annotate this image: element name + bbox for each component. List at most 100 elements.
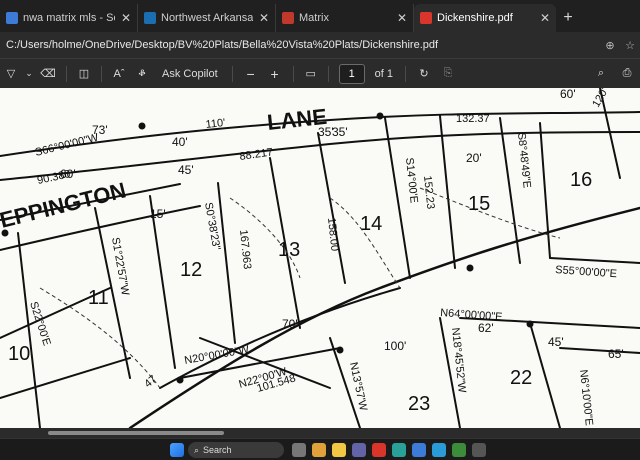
zoom-in-button[interactable]: + [263,59,287,89]
distance-label: 60' [60,167,76,181]
close-icon[interactable]: ✕ [397,11,407,25]
new-tab-button[interactable]: + [556,4,580,32]
survey-pin [336,346,344,354]
close-icon[interactable]: ✕ [259,11,269,25]
search-icon: ⌕ [194,444,200,455]
distance-label: 132.37 [456,113,490,125]
search-icon [6,12,18,24]
distance-label: 20' [466,151,482,165]
tab-nwa-search[interactable]: nwa matrix mls - Search ✕ [0,4,138,32]
taskbar-search-label: Search [203,445,232,455]
lot-number: 10 [8,343,30,365]
edge-icon[interactable] [392,443,406,457]
page-number-field[interactable]: 1 [335,59,369,89]
bearing-label: N6°10'00"E [577,369,595,426]
tab-northwest-arkansas[interactable]: Northwest Arkansas Boa ✕ [138,4,276,32]
survey-pin [526,320,534,328]
read-aloud-icon[interactable]: Aˆ [108,59,130,89]
tab-dickenshire-pdf[interactable]: Dickenshire.pdf ✕ [414,4,556,32]
favorites-star-icon[interactable]: ☆ [620,39,640,52]
scrollbar-thumb[interactable] [48,431,224,435]
tab-matrix[interactable]: Matrix ✕ [276,4,414,32]
survey-pin [376,112,384,120]
divider [66,65,67,82]
distance-label: 70' [282,317,298,331]
bearing-label: S55°00'00"E [555,264,617,280]
lot-line [317,132,346,284]
close-icon[interactable]: ✕ [540,11,550,25]
survey-pin [176,376,184,384]
outlook-icon[interactable] [372,443,386,457]
distance-label: 47 [142,373,159,390]
print-icon[interactable]: ⎙ [614,59,640,89]
survey-pin [466,264,474,272]
horizontal-scrollbar[interactable] [0,428,640,438]
divider [231,65,233,82]
tab-label: Dickenshire.pdf [437,12,513,24]
lot-number: 16 [570,169,592,191]
task-view-icon[interactable] [292,443,306,457]
close-icon[interactable]: ✕ [121,11,131,25]
lot-line [549,257,640,264]
widgets-icon[interactable] [312,443,326,457]
distance-label: 88.217 [239,146,274,163]
lot-line [559,347,640,354]
lot-line [539,122,551,259]
lot-line [217,182,236,344]
distance-label: 35' [332,125,348,139]
app-icon[interactable] [472,443,486,457]
distance-label: 100' [384,339,406,353]
draw-icon[interactable]: ▽ [0,59,22,89]
file-explorer-icon[interactable] [332,443,346,457]
lot-number: 12 [180,259,202,281]
page-total: of 1 [374,67,393,80]
zoom-out-button[interactable]: − [239,59,263,89]
distance-label: 62' [478,321,494,335]
page-layout-icon[interactable]: ⎘ [436,59,460,89]
lot-line [439,115,456,269]
bearing-label: S66°00'00"W [34,131,100,158]
lot-number: 14 [360,213,382,235]
translate-icon[interactable]: ቆ [130,59,154,89]
lot-number: 22 [510,367,532,389]
lot-number: 11 [88,287,109,309]
zoom-page-icon[interactable]: ⊕ [600,39,620,52]
bearing-label: S14°00'E [403,157,420,204]
pdf-viewer[interactable]: LANE EPPINGTON 10 11 12 13 14 15 16 22 2… [0,88,640,428]
teams-icon[interactable] [352,443,366,457]
curving-road [128,206,640,428]
store-icon[interactable] [432,443,446,457]
distance-label: 35' [318,125,334,139]
tab-label: Northwest Arkansas Boa [161,12,253,24]
lot-line [384,117,411,279]
taskbar-search[interactable]: ⌕ Search [188,442,284,458]
help-icon[interactable] [412,443,426,457]
distance-label: 40' [172,135,188,149]
rotate-icon[interactable]: ↻ [412,59,436,89]
chevron-down-icon[interactable]: ⌄ [22,59,36,89]
distance-label: 65' [608,347,624,361]
address-url[interactable]: C:/Users/holme/OneDrive/Desktop/BV%20Pla… [6,39,600,51]
page-view-icon[interactable]: ◫ [73,59,95,89]
photos-icon[interactable] [452,443,466,457]
windows-taskbar: ⌕ Search [0,438,640,460]
distance-label: 60' [560,88,576,101]
eraser-icon[interactable]: ⌫ [36,59,60,89]
windows-start-icon[interactable] [170,443,184,457]
fit-page-icon[interactable]: ▭ [300,59,322,89]
pdf-icon [420,12,432,24]
search-icon[interactable]: ⌕ [588,59,614,89]
distance-label: 152.23 [421,175,436,210]
page-number-input[interactable]: 1 [338,63,365,84]
distance-label: 45' [548,335,564,349]
pdf-toolbar: ▽ ⌄ ⌫ ◫ Aˆ ቆ Ask Copilot − + ▭ 1 of 1 ↻ … [0,58,640,88]
lot-number: 13 [278,239,300,261]
distance-label: 45' [178,163,194,177]
bearing-label: N13°57'W [347,361,369,412]
survey-pin [138,122,146,130]
ask-copilot-button[interactable]: Ask Copilot [154,59,226,89]
lot-line [149,195,176,369]
tab-label: Matrix [299,12,329,24]
distance-label: 158.00 [325,217,340,252]
site-favicon-icon [144,12,156,24]
